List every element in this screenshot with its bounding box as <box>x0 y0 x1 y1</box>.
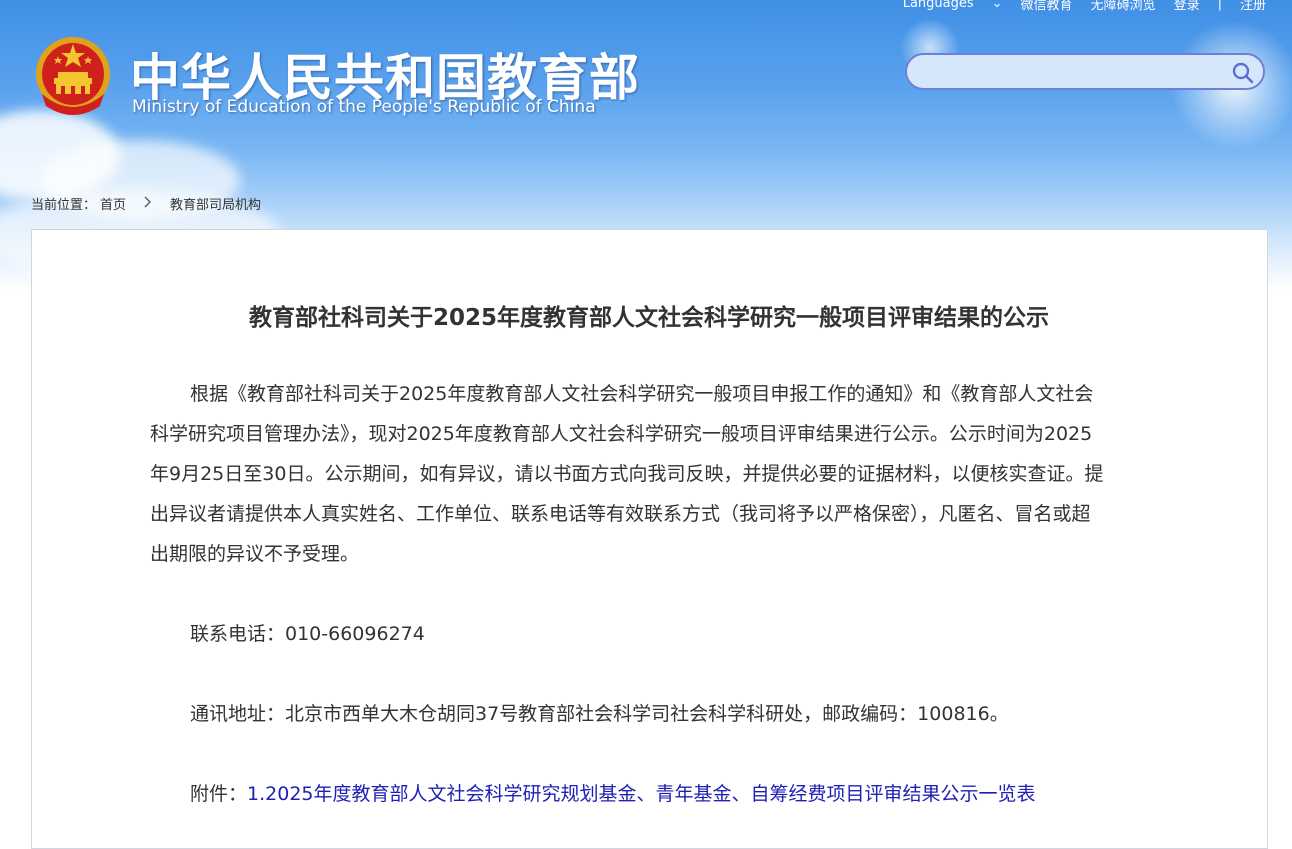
breadcrumb-prefix: 当前位置： <box>31 198 97 213</box>
article-body: 根据《教育部社科司关于2025年度教育部人文社会科学研究一般项目申报工作的通知》… <box>150 374 1150 574</box>
top-links: Languages ⌄ 微信教育 无障碍浏览 登录 | 注册 <box>903 0 1266 13</box>
register-link[interactable]: 注册 <box>1240 0 1266 13</box>
body-line: 出期限的异议不予受理。 <box>150 543 360 565</box>
chevron-down-icon[interactable]: ⌄ <box>992 0 1003 11</box>
contact-phone: 联系电话：010-66096274 <box>190 623 425 645</box>
divider: | <box>1217 0 1222 11</box>
article-title: 教育部社科司关于2025年度教育部人文社会科学研究一般项目评审结果的公示 <box>248 305 1049 331</box>
body-line: 根据《教育部社科司关于2025年度教育部人文社会科学研究一般项目申报工作的通知》… <box>190 383 1094 405</box>
breadcrumb-current[interactable]: 教育部司局机构 <box>170 194 261 213</box>
search-input[interactable] <box>921 61 1225 85</box>
contact-address: 通讯地址：北京市西单大木仓胡同37号教育部社会科学司社会科学科研处，邮政编码：1… <box>190 703 1009 725</box>
body-line: 科学研究项目管理办法》，现对2025年度教育部人文社会科学研究一般项目评审结果进… <box>150 423 1093 445</box>
national-emblem-icon[interactable] <box>34 34 112 118</box>
site-title-en: Ministry of Education of the People's Re… <box>132 97 596 117</box>
search-icon[interactable] <box>1231 61 1255 85</box>
attachment-label: 附件： <box>190 783 248 805</box>
attachment-link[interactable]: 1.2025年度教育部人文社会科学研究规划基金、青年基金、自筹经费项目评审结果公… <box>247 783 1035 805</box>
login-link[interactable]: 登录 <box>1174 0 1200 13</box>
chevron-right-icon <box>144 196 152 212</box>
body-line: 出异议者请提供本人真实姓名、工作单位、联系电话等有效联系方式（我司将予以严格保密… <box>150 503 1091 525</box>
body-line: 年9月25日至30日。公示期间，如有异议，请以书面方式向我司反映，并提供必要的证… <box>150 463 1104 485</box>
wechat-link[interactable]: 微信教育 <box>1021 0 1073 13</box>
breadcrumb: 当前位置： 首页 教育部司局机构 <box>31 194 261 213</box>
search-box <box>905 53 1265 90</box>
languages-link[interactable]: Languages <box>903 0 974 11</box>
attachment-row: 附件：1.2025年度教育部人文社会科学研究规划基金、青年基金、自筹经费项目评审… <box>150 774 1190 814</box>
accessibility-link[interactable]: 无障碍浏览 <box>1091 0 1156 13</box>
breadcrumb-home[interactable]: 首页 <box>100 194 126 213</box>
